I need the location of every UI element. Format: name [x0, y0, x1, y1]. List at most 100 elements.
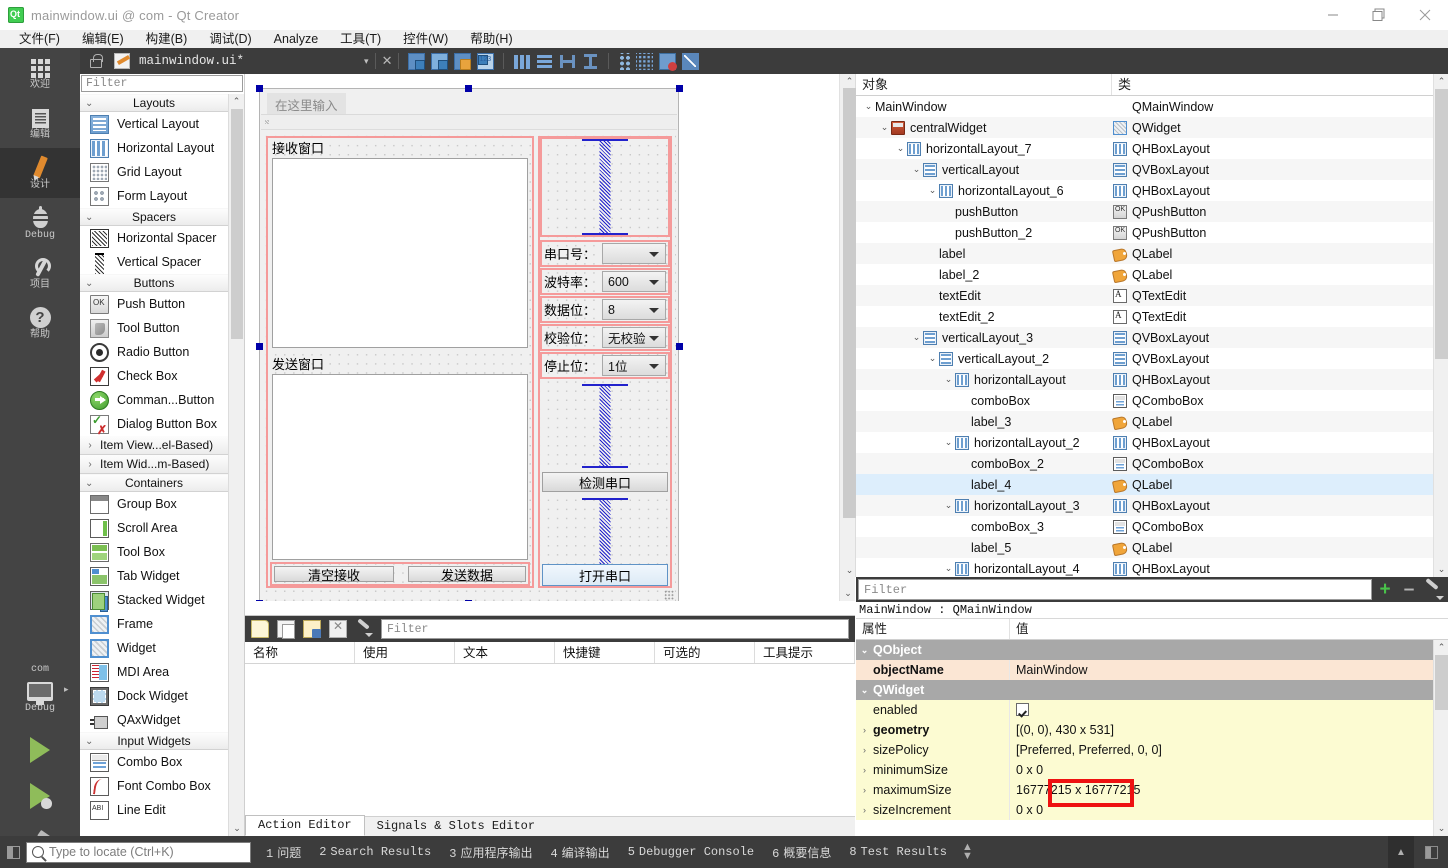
property-editor-scrollbar[interactable]: ⌃ ⌄ [1433, 640, 1448, 836]
widget-item-command-link-button[interactable]: Comman...Button [80, 388, 228, 412]
widget-item-horizontal-spacer[interactable]: Horizontal Spacer [80, 226, 228, 250]
delete-action-icon[interactable] [329, 619, 347, 638]
layout-vertically-icon[interactable] [536, 52, 554, 70]
output-pane-spinner[interactable]: ▲ ▼ [962, 842, 973, 862]
chevron-down-icon[interactable]: ⌄ [910, 164, 923, 175]
widget-item-mdi-area[interactable]: MDI Area [80, 660, 228, 684]
object-row[interactable]: ⌄ horizontalLayout_6 QHBoxLayout [856, 180, 1448, 201]
property-row[interactable]: ⌄ QObject [856, 640, 1448, 660]
chevron-down-icon[interactable]: ⌄ [862, 101, 875, 112]
widget-item-vertical-layout[interactable]: Vertical Layout [80, 112, 228, 136]
widget-group-item-widgets[interactable]: › Item Wid...m-Based) [80, 455, 228, 474]
close-icon[interactable]: ✕ [382, 53, 393, 69]
break-layout-icon[interactable] [659, 52, 678, 71]
chevron-down-icon[interactable]: ⌄ [856, 685, 873, 696]
action-editor-body[interactable] [245, 664, 855, 814]
widget-group-buttons[interactable]: ⌄ Buttons [80, 274, 228, 292]
output-pane-icon[interactable] [1414, 836, 1448, 868]
view-options-icon[interactable] [355, 620, 373, 638]
property-value-cell[interactable] [1009, 700, 1448, 720]
close-button[interactable] [1402, 0, 1448, 30]
unlocked-icon[interactable] [88, 54, 103, 68]
layout-splitter-horizontal-icon[interactable] [559, 52, 577, 70]
chevron-down-icon[interactable]: ⌄ [878, 122, 891, 133]
menu-window[interactable]: 控件(W) [392, 30, 459, 48]
combobox-stop-bits[interactable]: 1位 [602, 355, 666, 376]
chevron-down-icon[interactable]: ⌄ [942, 500, 955, 511]
run-button[interactable] [0, 728, 80, 774]
mode-projects[interactable]: 项目 [0, 248, 80, 298]
open-file-name[interactable]: mainwindow.ui* [139, 54, 244, 68]
object-row[interactable]: comboBox QComboBox [856, 390, 1448, 411]
property-row[interactable]: ⌄ QWidget [856, 680, 1448, 700]
chevron-down-icon[interactable]: ⌄ [229, 821, 245, 836]
chevron-down-icon[interactable]: ⌄ [942, 437, 955, 448]
widget-item-dock-widget[interactable]: Dock Widget [80, 684, 228, 708]
object-row[interactable]: label_2 QLabel [856, 264, 1448, 285]
column-shortcut[interactable]: 快捷键 [555, 642, 655, 663]
widget-item-horizontal-layout[interactable]: Horizontal Layout [80, 136, 228, 160]
adjust-size-icon[interactable] [682, 52, 700, 70]
row-baud-rate[interactable]: 波特率： 600 [544, 271, 666, 292]
checkbox-checked-icon[interactable] [1016, 703, 1029, 716]
maximize-button[interactable] [1356, 0, 1402, 30]
widget-group-input-widgets[interactable]: ⌄ Input Widgets [80, 732, 228, 750]
property-row[interactable]: objectName MainWindow [856, 660, 1448, 680]
tab-action-editor[interactable]: Action Editor [245, 815, 365, 836]
widget-item-combo-box[interactable]: Combo Box [80, 750, 228, 774]
widget-item-push-button[interactable]: Push Button [80, 292, 228, 316]
property-value-label[interactable]: 0 x 0 [1009, 760, 1448, 780]
selection-handle-right[interactable] [676, 343, 683, 350]
object-row[interactable]: comboBox_2 QComboBox [856, 453, 1448, 474]
combobox-baud-rate[interactable]: 600 [602, 271, 666, 292]
widget-group-layouts[interactable]: ⌄ Layouts [80, 94, 228, 112]
output-pane-button[interactable]: 8 Test Results [840, 845, 956, 859]
widget-item-check-box[interactable]: Check Box [80, 364, 228, 388]
widget-item-widget[interactable]: Widget [80, 636, 228, 660]
widget-item-vertical-spacer[interactable]: Vertical Spacer [80, 250, 228, 276]
chevron-down-icon[interactable]: ⌄ [910, 332, 923, 343]
mode-help[interactable]: ? 帮助 [0, 298, 80, 348]
object-row[interactable]: pushButton_2 QPushButton [856, 222, 1448, 243]
chevron-right-icon[interactable]: › [856, 765, 873, 775]
layout-grid-icon[interactable] [636, 52, 654, 70]
label-send-window[interactable]: 发送窗口 [272, 354, 324, 373]
object-row[interactable]: label_5 QLabel [856, 537, 1448, 558]
widget-group-item-views[interactable]: › Item View...el-Based) [80, 436, 228, 455]
object-inspector-scrollbar[interactable]: ⌃ ⌄ [1433, 74, 1448, 577]
object-row[interactable]: label QLabel [856, 243, 1448, 264]
object-row[interactable]: textEdit QTextEdit [856, 285, 1448, 306]
mode-edit[interactable]: 编辑 [0, 98, 80, 148]
chevron-down-icon[interactable]: ⌄ [894, 143, 907, 154]
column-used[interactable]: 使用 [355, 642, 455, 663]
row-serial-port[interactable]: 串口号： [544, 243, 666, 264]
layout-horizontally-icon[interactable] [513, 52, 531, 70]
menu-help[interactable]: 帮助(H) [459, 30, 523, 48]
property-editor-filter[interactable]: Filter [858, 579, 1372, 600]
selection-handle-top[interactable] [465, 85, 472, 92]
column-checkable[interactable]: 可选的 [655, 642, 755, 663]
edit-signals-slots-icon[interactable] [431, 52, 449, 70]
object-row[interactable]: ⌄ MainWindow QMainWindow [856, 96, 1448, 117]
object-row[interactable]: ⌄ horizontalLayout_2 QHBoxLayout [856, 432, 1448, 453]
edit-widgets-icon[interactable] [408, 52, 426, 70]
resize-grip[interactable] [664, 590, 674, 600]
menu-debug[interactable]: 调试(D) [198, 30, 262, 48]
property-value-label[interactable] [1009, 640, 1448, 660]
widget-item-radio-button[interactable]: Radio Button [80, 340, 228, 364]
menu-placeholder[interactable]: 在这里输入 [267, 93, 346, 116]
central-widget-area[interactable]: 接收窗口 发送窗口 清空接收 发送数据 串口号： 波特率： 600 数据位： 8… [262, 132, 676, 602]
button-open-port[interactable]: 打开串口 [542, 564, 668, 586]
form-menu-bar[interactable]: 在这里输入 [261, 90, 677, 116]
combobox-data-bits[interactable]: 8 [602, 299, 666, 320]
configure-icon[interactable] [1420, 580, 1448, 600]
widget-item-line-edit[interactable]: Line Edit [80, 798, 228, 822]
row-stop-bits[interactable]: 停止位： 1位 [544, 355, 666, 376]
vertical-spacer-middle[interactable] [542, 384, 668, 468]
chevron-right-icon[interactable]: › [856, 725, 873, 735]
chevron-down-icon[interactable]: ⌄ [856, 645, 873, 656]
button-send-data[interactable]: 发送数据 [408, 566, 526, 583]
tab-signals-slots-editor[interactable]: Signals & Slots Editor [365, 817, 547, 836]
object-row[interactable]: ⌄ verticalLayout QVBoxLayout [856, 159, 1448, 180]
property-value-label[interactable]: [Preferred, Preferred, 0, 0] [1009, 740, 1448, 760]
